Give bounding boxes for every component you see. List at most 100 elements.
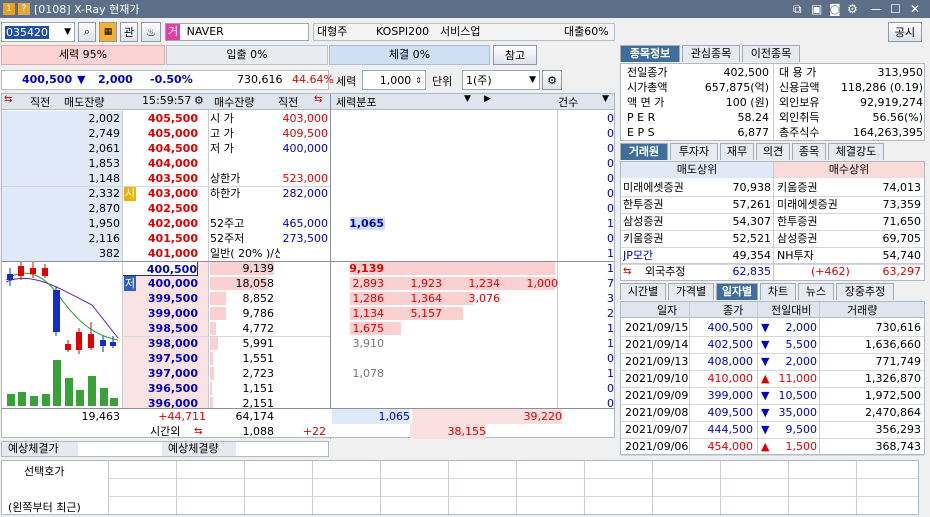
help-icon[interactable]: ?: [18, 3, 30, 15]
minimize-icon[interactable]: —: [870, 2, 882, 16]
category-sector: 서비스업: [440, 25, 481, 38]
chevron-down-icon[interactable]: ▼: [64, 27, 71, 37]
tab-5[interactable]: 장중추정: [836, 283, 894, 300]
col-divider: [122, 110, 123, 410]
stock-code-value: 035420: [5, 25, 49, 39]
sell-broker-name[interactable]: 한투증권: [623, 197, 707, 212]
bid-qty: 4,772: [242, 322, 275, 335]
dist-count: 0: [607, 127, 614, 140]
bid-price: 399,500: [147, 292, 198, 305]
tab-4[interactable]: 종목: [792, 143, 826, 160]
close-icon[interactable]: ✕: [910, 2, 920, 16]
info-value: 58.24: [737, 111, 770, 124]
tab-0[interactable]: 종목정보: [620, 45, 680, 62]
tab-3[interactable]: 의견: [756, 143, 790, 160]
daily-close: 454,000: [707, 440, 754, 453]
tab-1[interactable]: 관심종목: [682, 45, 740, 62]
daily-col-line: [819, 302, 820, 454]
chart-link-button[interactable]: 관: [120, 22, 138, 42]
tab-4[interactable]: 뉴스: [798, 283, 834, 300]
select-col-line: [176, 461, 177, 514]
unit-value: 1(주): [466, 74, 492, 87]
dist-count: 1: [607, 367, 614, 380]
tab-1[interactable]: 투자자: [670, 143, 718, 160]
buy-broker-name[interactable]: 키움증권: [777, 180, 861, 195]
sell-broker-name[interactable]: 미래에셋증권: [623, 180, 707, 195]
prev-icon[interactable]: ⇆: [4, 94, 12, 105]
buy-broker-name[interactable]: 미래에셋증권: [777, 197, 861, 212]
after-hours-diff: +22: [302, 425, 326, 438]
tab-0[interactable]: 거래원: [620, 143, 668, 160]
chevron-down-icon[interactable]: ▼: [464, 94, 471, 104]
tab-3[interactable]: 차트: [760, 283, 796, 300]
link-icon[interactable]: ⧉: [793, 2, 802, 17]
current-price: 400,500: [22, 73, 73, 86]
gear-icon[interactable]: ⚙: [194, 94, 204, 107]
force-stepper[interactable]: 1,000 ⇕: [362, 70, 426, 90]
daily-change: 35,000: [778, 406, 818, 419]
chevron-down-icon[interactable]: ▼: [602, 94, 609, 104]
dist-value: 1,234: [468, 277, 501, 290]
maximize-icon[interactable]: ☐: [890, 2, 901, 16]
buy-broker-name[interactable]: 삼성증권: [777, 231, 861, 246]
save-icon[interactable]: ▣: [811, 2, 822, 16]
tab-5[interactable]: 체결강도: [828, 143, 884, 160]
camera-icon[interactable]: ◙: [829, 2, 841, 16]
settings-button[interactable]: ⚙: [542, 70, 562, 90]
sell-broker-name[interactable]: JP모간: [623, 248, 707, 263]
daily-col-line: [757, 302, 758, 454]
notice-button[interactable]: 공시: [888, 22, 922, 42]
info-value2: 118,286 (0.19): [840, 81, 923, 94]
select-col-line: [720, 461, 721, 514]
info-value: [242, 246, 328, 261]
sell-broker-name[interactable]: 키움증권: [623, 231, 707, 246]
swap-icon[interactable]: ⇆: [623, 264, 631, 280]
col-dist: 세력분포: [336, 96, 377, 109]
search-button[interactable]: ⌕: [78, 22, 96, 42]
info-value: 100 (원): [725, 96, 769, 109]
buy-broker-name[interactable]: 한투증권: [777, 214, 861, 229]
calendar-button[interactable]: ▦: [99, 22, 117, 42]
col-divider: [208, 110, 209, 410]
stock-code-input[interactable]: 035420 ▼: [1, 22, 75, 42]
swap-icon[interactable]: ⇆: [194, 424, 202, 439]
total-diff: +44,711: [158, 410, 206, 423]
stock-name-box: 거 NAVER: [165, 23, 309, 41]
reference-button[interactable]: 참고: [493, 45, 537, 65]
dist-count: 0: [607, 352, 614, 365]
info-value2: 92,919,274: [860, 96, 923, 109]
col-prev: 직전: [30, 96, 51, 109]
tab-1[interactable]: 가격별: [668, 283, 714, 300]
buy-broker-qty: 54,740: [882, 249, 922, 262]
ask-price: 402,000: [147, 217, 198, 230]
foreign-row: ⇆ 외국추정 62,835 (+462) 63,297: [621, 263, 924, 280]
tab-0[interactable]: 시간별: [620, 283, 666, 300]
play-icon[interactable]: ▶: [484, 94, 491, 104]
unit-label: 단위: [432, 75, 453, 88]
volume-bars: [7, 360, 118, 406]
dist-count: 1: [607, 337, 614, 350]
unit-select[interactable]: 1(주) ▼: [462, 70, 540, 90]
daily-change: 11,000: [778, 372, 818, 385]
calendar-icon: ▦: [103, 27, 113, 37]
tab-2[interactable]: 이전종목: [742, 45, 800, 62]
dist-count: 0: [607, 112, 614, 125]
dist-count: 0: [607, 172, 614, 185]
selected-quotes-hint: (왼쪽부터 최근): [8, 501, 81, 514]
swap-icon[interactable]: ⇆: [314, 94, 322, 105]
select-col-line: [244, 461, 245, 514]
stepper-icon[interactable]: ⇕: [415, 76, 422, 85]
tab-2[interactable]: 재무: [720, 143, 754, 160]
ask-qty: 2,002: [88, 112, 121, 125]
col-volume: 거래량: [847, 304, 878, 317]
daily-volume: 1,326,870: [865, 372, 921, 385]
col-bid-qty: 매수잔량: [214, 96, 255, 109]
after-hours-qty: 1,088: [242, 425, 275, 438]
gear-icon[interactable]: ⚙: [847, 2, 858, 16]
buy-broker-name[interactable]: NH투자: [777, 248, 861, 263]
sell-broker-name[interactable]: 삼성증권: [623, 214, 707, 229]
chevron-down-icon[interactable]: ▼: [529, 75, 536, 85]
alert-button[interactable]: ♨: [141, 22, 161, 42]
tab-2[interactable]: 일자별: [716, 283, 758, 300]
dist-value: 1,364: [410, 292, 443, 305]
